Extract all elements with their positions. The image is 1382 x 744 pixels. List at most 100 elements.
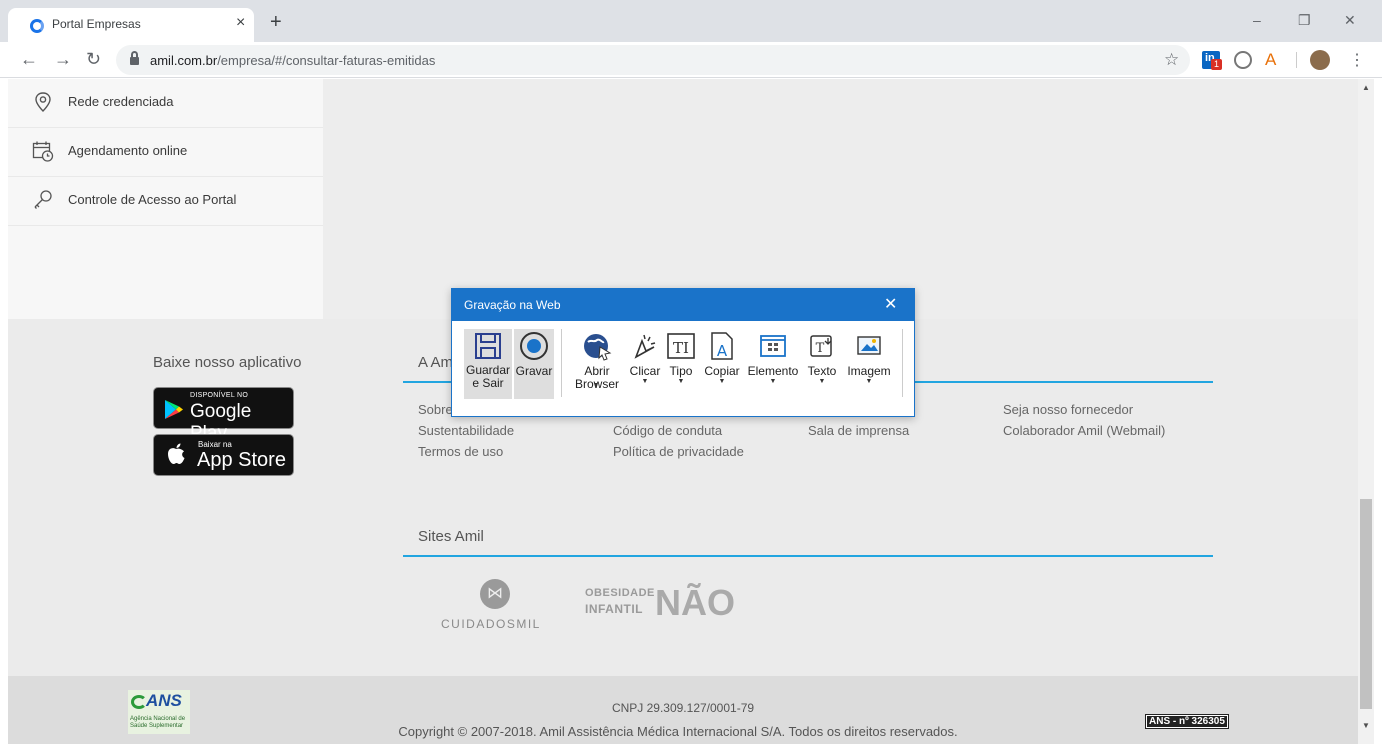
reload-icon[interactable]: ↻: [86, 50, 101, 68]
image-icon: [857, 336, 881, 355]
lock-icon: [130, 51, 139, 65]
sidebar-item-rede-credenciada[interactable]: Rede credenciada: [8, 79, 323, 128]
obesidade-line1: OBESIDADE: [585, 587, 655, 599]
address-bar[interactable]: amil.com.br/empresa/#/consultar-faturas-…: [116, 45, 1190, 75]
profile-avatar[interactable]: [1310, 50, 1330, 70]
linkedin-extension-icon[interactable]: in 1: [1202, 51, 1222, 70]
app-store-text: App Store: [197, 449, 286, 471]
footer-link-sustentabilidade[interactable]: Sustentabilidade: [418, 423, 514, 438]
restore-button[interactable]: ❐: [1298, 12, 1311, 29]
footer-link-fornecedor[interactable]: Seja nosso fornecedor: [1003, 402, 1133, 417]
sidebar-item-agendamento[interactable]: Agendamento online: [8, 128, 323, 177]
element-icon: [760, 335, 786, 357]
ans-number-badge: ANS - nº 326305: [1145, 714, 1229, 729]
footer-link-sobre[interactable]: Sobre: [418, 402, 453, 417]
obesidade-line2: INFANTIL: [585, 602, 643, 616]
copy-text-icon: A: [711, 332, 733, 360]
new-tab-button[interactable]: +: [270, 12, 282, 32]
web-recorder-dialog: Gravação na Web ✕ Guardare Sair Gravar: [451, 288, 915, 417]
sidebar-item-controle-acesso[interactable]: Controle de Acesso ao Portal: [8, 177, 323, 226]
favicon-icon: [30, 19, 44, 33]
browser-window: Portal Empresas × + – ❐ ✕ ← → ↻ amil.com…: [0, 0, 1382, 744]
copy-caret[interactable]: ▼: [702, 378, 742, 385]
recorder-title-bar[interactable]: Gravação na Web ✕: [452, 289, 914, 321]
click-icon: [634, 334, 656, 359]
sidebar-item-label: Agendamento online: [68, 143, 188, 158]
image-caret[interactable]: ▼: [844, 378, 894, 385]
sites-section-rule: [403, 555, 1213, 557]
element-button[interactable]: Elemento ▼: [746, 329, 800, 399]
cuidadosmil-mark-icon: ⋈: [480, 579, 510, 609]
minimize-button[interactable]: –: [1253, 12, 1261, 28]
toolbar-divider: [1296, 52, 1297, 68]
element-caret[interactable]: ▼: [746, 378, 800, 385]
tab-title: Portal Empresas: [52, 17, 141, 31]
text-caret[interactable]: ▼: [804, 378, 840, 385]
browser-tab[interactable]: Portal Empresas ×: [8, 8, 254, 42]
svg-text:A: A: [717, 342, 728, 360]
browser-toolbar: ← → ↻ amil.com.br/empresa/#/consultar-fa…: [0, 42, 1382, 78]
globe-cursor-icon: [584, 334, 612, 361]
save-icon: [475, 333, 501, 359]
svg-text:T: T: [816, 341, 825, 356]
close-window-button[interactable]: ✕: [1344, 12, 1356, 29]
app-store-small-text: Baixar na: [198, 440, 232, 449]
click-caret[interactable]: ▼: [628, 378, 662, 385]
url-text: amil.com.br/empresa/#/consultar-faturas-…: [150, 53, 436, 68]
copy-label: Copiar: [704, 364, 740, 378]
extension-globe-icon[interactable]: [1234, 51, 1252, 69]
recorder-title: Gravação na Web: [464, 298, 561, 312]
google-play-icon: [165, 400, 183, 419]
footer-link-webmail[interactable]: Colaborador Amil (Webmail): [1003, 423, 1165, 438]
app-store-badge[interactable]: Baixar na App Store: [153, 434, 294, 476]
footer-link-privacidade[interactable]: Política de privacidade: [613, 444, 744, 459]
scroll-thumb[interactable]: [1360, 499, 1372, 709]
sidebar-item-label: Rede credenciada: [68, 94, 174, 109]
save-and-exit-button[interactable]: Guardar e Sair: [464, 329, 512, 399]
click-button[interactable]: Clicar ▼: [628, 329, 662, 399]
tab-close-button[interactable]: ×: [236, 14, 245, 32]
image-label: Imagem: [847, 364, 891, 378]
type-button[interactable]: TI Tipo ▼: [664, 329, 698, 399]
open-browser-button[interactable]: Abrir Browser ▼: [568, 329, 626, 399]
forward-arrow-icon[interactable]: →: [54, 50, 72, 68]
main-content-area: [323, 79, 1358, 319]
record-button[interactable]: Gravar: [514, 329, 554, 399]
scroll-up-icon[interactable]: ▲: [1362, 83, 1370, 92]
record-label: Gravar: [515, 364, 553, 378]
footer-link-codigo-conduta[interactable]: Código de conduta: [613, 423, 722, 438]
footer-link-imprensa[interactable]: Sala de imprensa: [808, 423, 909, 438]
apple-icon: [165, 442, 187, 466]
google-play-badge[interactable]: DISPONÍVEL NO Google Play: [153, 387, 294, 444]
sites-amil-title: Sites Amil: [418, 528, 484, 545]
type-caret[interactable]: ▼: [664, 378, 698, 385]
legal-bar: ANS Agência Nacional de Saúde Suplementa…: [8, 676, 1358, 744]
app-download-title: Baixe nosso aplicativo: [153, 354, 302, 371]
acrobat-extension-icon[interactable]: A: [1265, 51, 1283, 69]
back-arrow-icon[interactable]: ←: [20, 50, 38, 68]
element-label: Elemento: [747, 364, 799, 378]
footer-link-termos[interactable]: Termos de uso: [418, 444, 503, 459]
text-label: Texto: [807, 364, 837, 378]
text-extract-icon: T: [810, 335, 832, 357]
text-type-icon: TI: [667, 333, 695, 359]
location-pin-icon: [35, 92, 51, 112]
calendar-clock-icon: [32, 141, 54, 162]
obesidade-nao: NÃO: [655, 582, 735, 623]
copy-button[interactable]: A Copiar ▼: [702, 329, 742, 399]
sidebar-item-label: Controle de Acesso ao Portal: [68, 192, 237, 207]
type-label: Tipo: [669, 364, 693, 378]
key-icon: [34, 190, 52, 209]
scroll-down-icon[interactable]: ▼: [1362, 721, 1370, 730]
toolbar-separator: [902, 329, 903, 397]
recorder-close-button[interactable]: ✕: [884, 294, 897, 314]
text-button[interactable]: T Texto ▼: [804, 329, 840, 399]
open-browser-caret[interactable]: ▼: [586, 382, 606, 389]
image-button[interactable]: Imagem ▼: [844, 329, 894, 399]
save-and-exit-label: Guardar e Sair: [465, 363, 511, 390]
browser-menu-icon[interactable]: ⋮: [1349, 50, 1365, 70]
cnpj-text: CNPJ 29.309.127/0001-79: [611, 701, 755, 715]
bookmark-star-icon[interactable]: ☆: [1164, 50, 1179, 70]
page-scrollbar[interactable]: ▲ ▼: [1358, 79, 1374, 744]
sidebar-menu: Rede credenciada Agendamento online Cont…: [8, 79, 323, 319]
